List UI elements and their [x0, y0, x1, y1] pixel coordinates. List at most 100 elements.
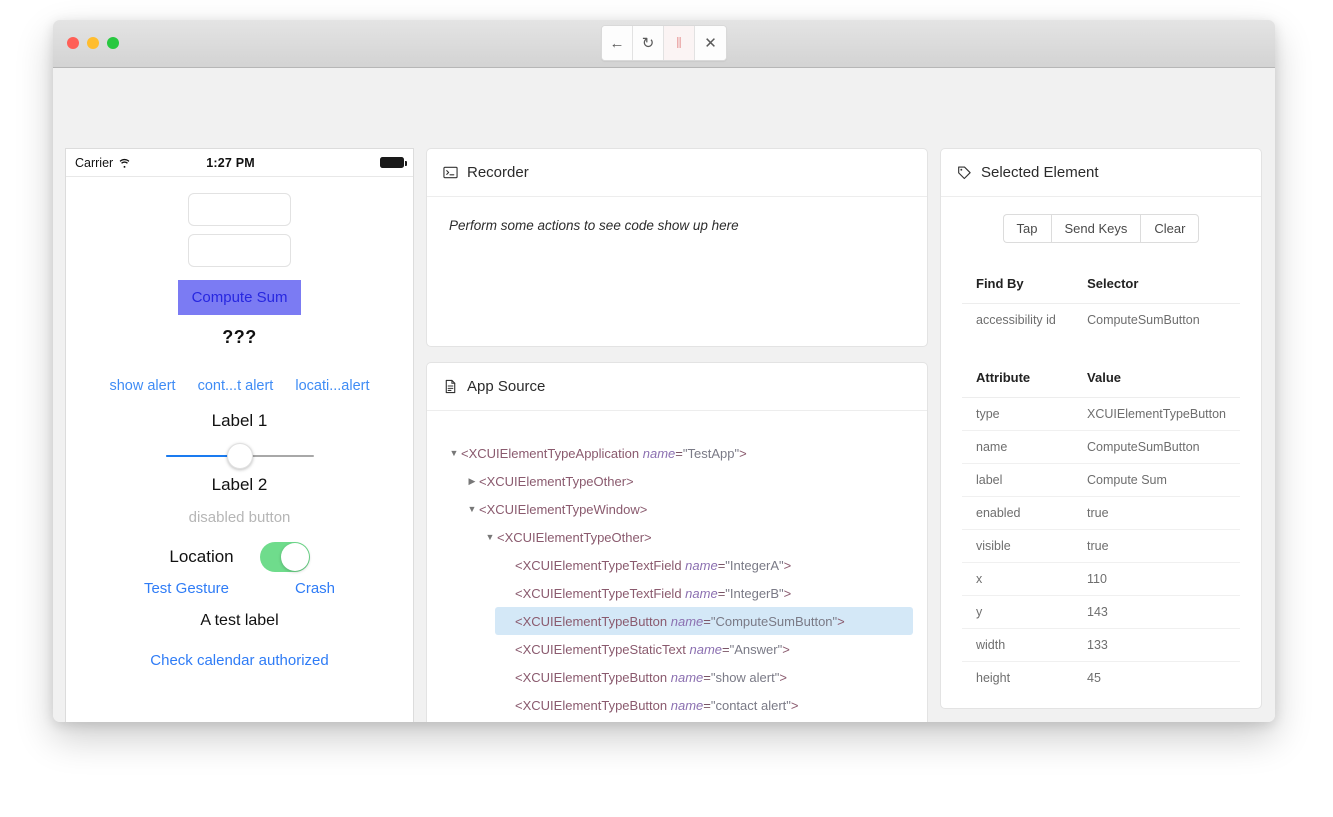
refresh-button[interactable]: ↻ — [633, 26, 664, 60]
value-slider[interactable] — [165, 443, 314, 469]
tree-node-close: > — [783, 585, 792, 601]
tree-node-value: "Answer" — [729, 641, 783, 657]
attribute-row-cell: 110 — [1073, 562, 1240, 596]
tap-button[interactable]: Tap — [1002, 214, 1051, 243]
slider-thumb[interactable] — [226, 443, 253, 469]
tree-node-tag: <XCUIElementTypeButton — [515, 697, 668, 713]
tree-node[interactable]: <XCUIElementTypeStaticText name = "Answer"… — [495, 635, 913, 663]
gesture-link-1[interactable]: Crash — [295, 580, 335, 597]
device-screen-panel: Carrier 1:27 PM Compute Sum ??? show ale… — [65, 148, 414, 722]
tree-node-equals: = — [722, 641, 730, 657]
tree-node[interactable]: <XCUIElementTypeTextField name = "IntegerB… — [495, 579, 913, 607]
chevron-down-icon[interactable]: ▼ — [465, 504, 479, 514]
document-icon — [445, 379, 456, 394]
carrier-label: Carrier — [75, 155, 114, 170]
battery-full-icon — [380, 157, 407, 168]
app-source-panel: App Source ▼ <XCUIElementTypeApplication … — [426, 362, 928, 722]
tree-node[interactable]: ▼ <XCUIElementTypeWindow > — [459, 495, 913, 523]
alert-link-1[interactable]: cont...t alert — [198, 378, 274, 394]
tree-node[interactable]: <XCUIElementTypeButton name = "show alert"… — [495, 663, 913, 691]
attribute-row-cell: width — [962, 628, 1074, 662]
tree-node[interactable]: <XCUIElementTypeButton name="location al… — [495, 719, 913, 722]
clear-button[interactable]: Clear — [1140, 214, 1200, 243]
attribute-row-cell: label — [962, 463, 1074, 497]
alert-link-2[interactable]: locati...alert — [295, 378, 369, 394]
integer-a-field[interactable] — [188, 193, 291, 226]
tree-node[interactable]: <XCUIElementTypeTextField name = "IntegerA… — [495, 551, 913, 579]
tree-node[interactable]: <XCUIElementTypeButton name = "ComputeSumB… — [495, 607, 913, 635]
locator-header-find-by: Find By — [962, 264, 1074, 304]
app-source-title: App Source — [467, 378, 546, 395]
tree-node-close: > — [779, 669, 787, 685]
chevron-right-icon[interactable]: ▶ — [465, 476, 479, 486]
disabled-button: disabled button — [188, 509, 291, 526]
attribute-row-cell: 45 — [1073, 661, 1240, 694]
recorder-panel: Recorder Perform some actions to see cod… — [426, 148, 928, 347]
a-test-label: A test label — [200, 612, 279, 629]
attribute-row-cell: 133 — [1073, 628, 1240, 662]
locator-header-selector: Selector — [1073, 264, 1240, 304]
recorder-hint: Perform some actions to see code show up… — [449, 218, 739, 233]
attribute-row-cell: true — [1073, 529, 1240, 563]
maximize-window-icon[interactable] — [107, 37, 119, 49]
tree-node[interactable]: ▼ <XCUIElementTypeOther > — [477, 523, 913, 551]
attribute-row-cell: x — [962, 562, 1074, 596]
tree-node-close: > — [837, 613, 845, 629]
attribute-row-cell: 143 — [1073, 595, 1240, 629]
tree-node-attr: name — [685, 585, 718, 601]
location-toggle[interactable] — [259, 542, 310, 572]
status-bar-left: Carrier — [75, 156, 131, 170]
tree-node-value: "IntegerB" — [725, 585, 784, 601]
chevron-down-icon[interactable]: ▼ — [447, 448, 461, 458]
send-keys-button[interactable]: Send Keys — [1050, 214, 1141, 243]
locator-row: accessibility id ComputeSumButton — [962, 303, 1240, 336]
label-1: Label 1 — [211, 411, 268, 430]
attribute-row-cell: Compute Sum — [1073, 463, 1240, 497]
tree-node[interactable]: <XCUIElementTypeButton name = "contact ale… — [495, 691, 913, 719]
pause-button[interactable]: ‖ — [664, 26, 695, 60]
label-2: Label 2 — [211, 475, 268, 494]
tree-node-attr: name — [670, 697, 704, 713]
tree-node-attr: name — [670, 613, 704, 629]
recorder-body: Perform some actions to see code show up… — [427, 197, 927, 254]
alert-link-0[interactable]: show alert — [109, 378, 175, 394]
locator-row-cell: ComputeSumButton — [1073, 303, 1240, 336]
app-window: ← ↻ ‖ ✕ Carrier 1:27 PM Compute Sum ??? … — [53, 20, 1275, 722]
tree-node[interactable]: ▶ <XCUIElementTypeOther > — [459, 467, 913, 495]
attribute-row-cell: height — [962, 661, 1074, 694]
tree-node-tag: <XCUIElementTypeTextField — [515, 585, 682, 601]
attribute-row: width 133 — [962, 628, 1240, 662]
close-session-button[interactable]: ✕ — [695, 26, 726, 60]
tree-node[interactable]: ▼ <XCUIElementTypeApplication name = "TestA… — [441, 439, 913, 467]
back-button[interactable]: ← — [602, 26, 633, 60]
selected-element-header: Selected Element — [941, 149, 1261, 197]
tree-node-attr: name — [689, 641, 723, 657]
integer-b-field[interactable] — [188, 234, 291, 267]
gesture-links-row: Test Gesture Crash — [66, 580, 413, 597]
attribute-row-cell: true — [1073, 496, 1240, 530]
check-calendar-link[interactable]: Check calendar authorized — [66, 652, 413, 669]
minimize-window-icon[interactable] — [87, 37, 99, 49]
attribute-row-cell: ComputeSumButton — [1073, 430, 1240, 464]
attribute-row-cell: visible — [962, 529, 1074, 563]
app-source-header: App Source — [427, 363, 927, 411]
locator-row-cell: accessibility id — [962, 303, 1074, 336]
gesture-link-0[interactable]: Test Gesture — [144, 580, 229, 597]
status-bar-time: 1:27 PM — [206, 155, 255, 170]
tree-node-close: > — [626, 473, 634, 489]
tree-node-tag: <XCUIElementTypeStaticText — [515, 641, 686, 657]
device-app-content: Compute Sum ??? show alert cont...t alert… — [66, 177, 413, 669]
chevron-down-icon[interactable]: ▼ — [483, 532, 497, 542]
attribute-row: name ComputeSumButton — [962, 430, 1240, 464]
attribute-row: y 143 — [962, 595, 1240, 629]
device-status-bar: Carrier 1:27 PM — [66, 149, 413, 177]
compute-sum-button[interactable]: Compute Sum — [177, 280, 302, 315]
tree-node-tag: <XCUIElementTypeOther — [497, 529, 645, 545]
location-label: Location — [169, 547, 234, 566]
tree-node-equals: = — [703, 697, 711, 713]
locator-table-body: accessibility id ComputeSumButton — [962, 303, 1240, 336]
close-window-icon[interactable] — [67, 37, 79, 49]
window-titlebar: ← ↻ ‖ ✕ — [53, 20, 1275, 68]
selected-element-body: Tap Send Keys Clear Find By Selector acces… — [941, 197, 1261, 708]
tree-node-close: > — [639, 501, 648, 517]
